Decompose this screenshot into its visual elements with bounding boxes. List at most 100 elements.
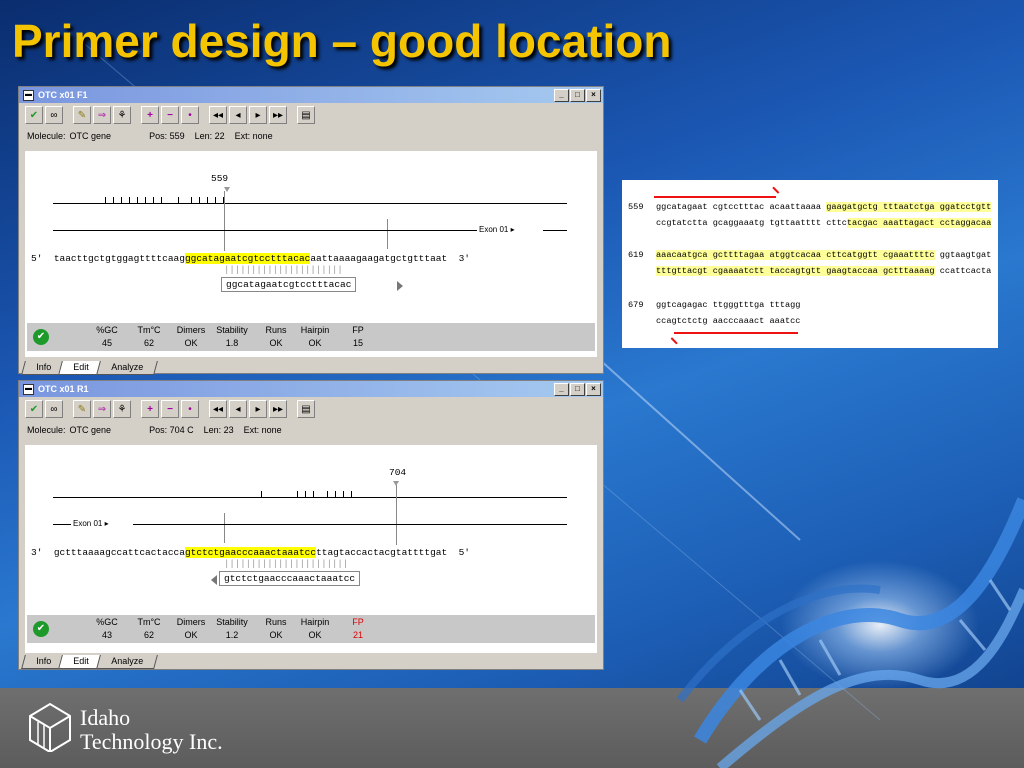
sequence-after: aattaaaagaagatgctgtttaat (310, 253, 448, 264)
window-menu-icon[interactable]: ▬ (23, 383, 34, 395)
toolbar: ✔ ∞ ✎ ⇒ ⚘ + − • ◂◂ ◂ ▸ ▸▸ ▤ (19, 397, 603, 421)
pencil-icon[interactable]: ✎ (73, 106, 91, 124)
window-titlebar[interactable]: ▬ OTC x01 F1 _ □ × (19, 87, 603, 103)
stat-value-0: 45 (101, 338, 112, 348)
step-forward-icon[interactable]: ▸ (249, 400, 267, 418)
site-tick (305, 491, 306, 497)
notes-icon[interactable]: ▤ (297, 106, 315, 124)
close-button[interactable]: × (586, 88, 601, 102)
flip-icon[interactable]: ⚘ (113, 400, 131, 418)
tab-analyze[interactable]: Analyze (95, 361, 158, 375)
sequence-chunk: ttgggtttga (712, 300, 765, 310)
rewind-icon[interactable]: ◂◂ (209, 106, 227, 124)
sequence-chunk: tacgac (846, 218, 878, 228)
reverse-primer-arrow (674, 332, 798, 334)
accept-check-icon[interactable]: ✔ (25, 400, 43, 418)
step-back-icon[interactable]: ◂ (229, 106, 247, 124)
stat-value-6: 21 (352, 630, 363, 640)
minimize-button[interactable]: _ (554, 382, 569, 396)
info-line: Molecule: OTC gene Pos: 559 Len: 22 Ext:… (19, 127, 603, 145)
stat-value-3: 1.2 (225, 630, 239, 640)
window-titlebar[interactable]: ▬ OTC x01 R1 _ □ × (19, 381, 603, 397)
stat-value-3: 1.8 (225, 338, 239, 348)
primer-start-guide (224, 191, 225, 251)
sequence-chunk: atggtcacaa (769, 250, 822, 260)
sequence-row-number: 679 (628, 300, 644, 310)
stat-value-5: OK (308, 338, 322, 348)
template-sequence: 5' taacttgctgtggagttttcaagggcatagaatcgtc… (31, 253, 470, 264)
primer-sequence-box[interactable]: gtctctgaacccaaactaaatcc (219, 571, 361, 586)
stat-header-0: %GC (96, 617, 118, 627)
stat-header-1: Tm°C (137, 325, 161, 335)
minus-icon[interactable]: − (161, 106, 179, 124)
company-name-line1: Idaho (80, 705, 131, 730)
stat-header-3: Stability (216, 617, 248, 627)
strand-right-label: 5' (458, 547, 470, 558)
site-tick (153, 197, 154, 203)
notes-icon[interactable]: ▤ (297, 400, 315, 418)
primer-sequence-box[interactable]: ggcatagaatcgtcctttacac (221, 277, 357, 292)
site-tick (105, 197, 106, 203)
stat-header-3: Stability (216, 325, 248, 335)
sequence-ruler (53, 497, 567, 498)
sequence-chunk: cctaggacaa (939, 218, 992, 228)
stat-header-6: FP (352, 617, 364, 627)
tab-analyze[interactable]: Analyze (95, 655, 158, 669)
site-tick (161, 197, 162, 203)
window-menu-icon[interactable]: ▬ (23, 89, 34, 101)
close-button[interactable]: × (586, 382, 601, 396)
sequence-row: 559 ggcatagaat cgtcctttac acaattaaaa gaag… (628, 202, 992, 212)
sequence-row-number: 559 (628, 202, 644, 212)
sequence-chunk: gcaggaaatg (712, 218, 765, 228)
sequence-before: taacttgctgtggagttttcaag (53, 253, 185, 264)
sequence-chunk: gctttaaaag (883, 266, 935, 276)
swap-arrows-icon[interactable]: ⇒ (93, 106, 111, 124)
sequence-chunk: cgaaattttc (883, 250, 935, 260)
plus-icon[interactable]: + (141, 106, 159, 124)
marker-icon[interactable]: • (181, 400, 199, 418)
site-tick (137, 197, 138, 203)
site-tick (121, 197, 122, 203)
link-icon[interactable]: ∞ (45, 106, 63, 124)
pencil-icon[interactable]: ✎ (73, 400, 91, 418)
window-title: OTC x01 F1 (38, 90, 88, 100)
step-forward-icon[interactable]: ▸ (249, 106, 267, 124)
minus-icon[interactable]: − (161, 400, 179, 418)
position-value: Pos: 704 C (149, 425, 194, 435)
site-tick (191, 197, 192, 203)
sequence-chunk: aaattagact (883, 218, 935, 228)
plus-icon[interactable]: + (141, 400, 159, 418)
sequence-chunk: tttaatctga (883, 202, 935, 212)
base-pair-ticks: ||||||||||||||||||||||| (224, 559, 349, 569)
swap-arrows-icon[interactable]: ⇒ (93, 400, 111, 418)
stat-value-2: OK (184, 630, 198, 640)
primer-sequence: ggcatagaatcgtcctttacac (226, 279, 352, 290)
strand-left-label: 5' (31, 253, 43, 264)
minimize-button[interactable]: _ (554, 88, 569, 102)
marker-icon[interactable]: • (181, 106, 199, 124)
window-title: OTC x01 R1 (38, 384, 89, 394)
fast-forward-icon[interactable]: ▸▸ (269, 400, 287, 418)
company-name: Idaho Technology Inc. (80, 706, 223, 754)
step-back-icon[interactable]: ◂ (229, 400, 247, 418)
stat-value-4: OK (269, 338, 283, 348)
primer-binding-site: gtctctgaacccaaactaaatcc (184, 547, 317, 558)
primer-binding-site: ggcatagaatcgtcctttacac (184, 253, 311, 264)
strand-left-label: 3' (31, 547, 43, 558)
cube-logo-icon (29, 702, 71, 754)
accept-check-icon[interactable]: ✔ (25, 106, 43, 124)
maximize-button[interactable]: □ (570, 382, 585, 396)
sequence-chunk: cgaaaatctt (712, 266, 765, 276)
maximize-button[interactable]: □ (570, 88, 585, 102)
stat-header-5: Hairpin (300, 617, 330, 627)
link-icon[interactable]: ∞ (45, 400, 63, 418)
sequence-row: 619 aaacaatgca gcttttagaa atggtcacaa cttc… (628, 250, 991, 260)
flip-icon[interactable]: ⚘ (113, 106, 131, 124)
sequence-chunk: tgttaatttt (769, 218, 822, 228)
rewind-icon[interactable]: ◂◂ (209, 400, 227, 418)
site-tick (178, 197, 179, 203)
site-tick (351, 491, 352, 497)
stat-value-5: OK (308, 630, 322, 640)
fast-forward-icon[interactable]: ▸▸ (269, 106, 287, 124)
sequence-chunk: ccattcacta (939, 266, 992, 276)
